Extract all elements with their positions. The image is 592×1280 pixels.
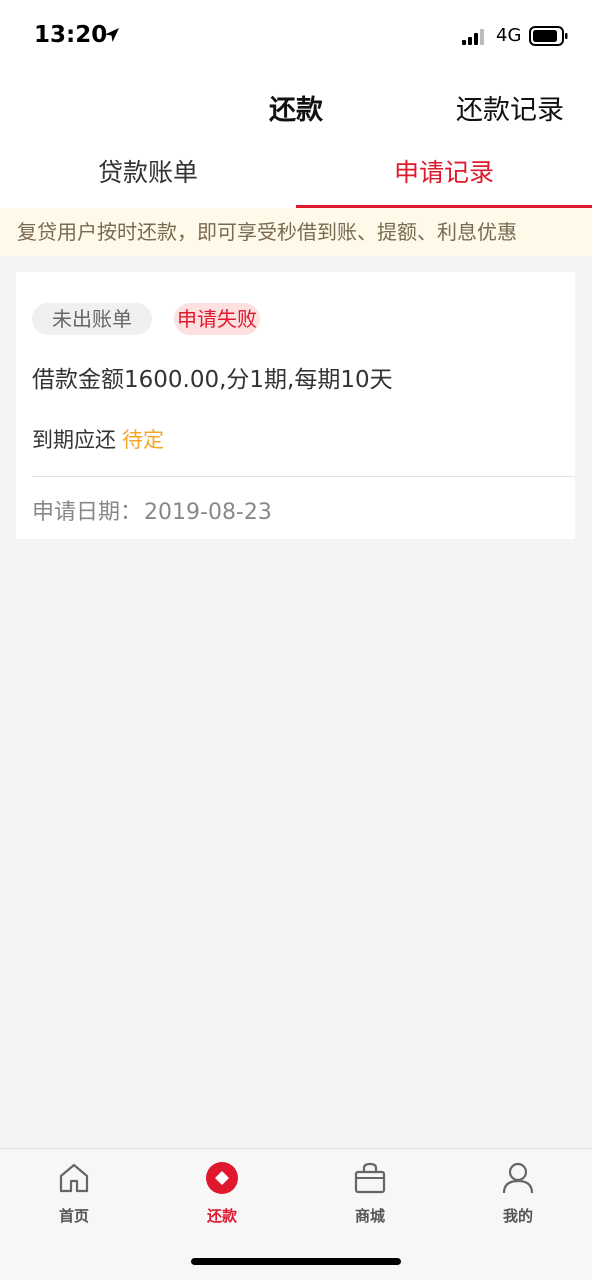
tabbar-item-home[interactable]: 首页	[0, 1161, 148, 1233]
location-arrow-icon	[105, 28, 119, 42]
due-label: 到期应还	[32, 428, 116, 452]
signal-icon	[462, 29, 484, 45]
home-icon	[59, 1163, 89, 1193]
tabbar-label-repay: 还款	[206, 1207, 237, 1225]
apply-date-value: 2019-08-23	[144, 500, 272, 525]
tabbar-item-repay[interactable]: 还款	[148, 1161, 296, 1233]
due-value: 待定	[122, 428, 164, 452]
shop-bag-icon	[354, 1162, 386, 1194]
bill-status-badge: 未出账单	[32, 303, 152, 335]
home-indicator[interactable]	[191, 1258, 401, 1265]
application-record-card[interactable]: 未出账单 申请失败 借款金额1600.00,分1期,每期10天 到期应还 待定 申…	[16, 272, 575, 539]
network-type: 4G	[496, 25, 522, 46]
repayment-records-link[interactable]: 还款记录	[456, 88, 564, 127]
apply-date-label: 申请日期：	[32, 500, 143, 525]
tabbar-item-mine[interactable]: 我的	[444, 1161, 592, 1233]
tab-loan-bills[interactable]: 贷款账单	[0, 142, 296, 208]
due-row: 到期应还 待定	[32, 424, 164, 454]
tabbar-label-mine: 我的	[502, 1207, 533, 1225]
tabbar-item-shop[interactable]: 商城	[296, 1161, 444, 1233]
application-status-badge: 申请失败	[174, 303, 260, 335]
status-time: 13:20	[34, 22, 108, 48]
notice-banner: 复贷用户按时还款，即可享受秒借到账、提额、利息优惠	[0, 208, 592, 256]
apply-date-row: 申请日期：2019-08-23	[32, 494, 272, 526]
loan-summary: 借款金额1600.00,分1期,每期10天	[32, 367, 393, 393]
nav-bar: 还款 还款记录	[0, 72, 592, 142]
segment-tabs: 贷款账单 申请记录	[0, 142, 592, 208]
battery-icon	[529, 26, 568, 46]
tabbar-label-home: 首页	[58, 1207, 89, 1225]
user-icon	[502, 1162, 534, 1194]
divider	[32, 476, 575, 477]
tab-application-records[interactable]: 申请记录	[296, 142, 592, 208]
repay-icon	[206, 1162, 238, 1194]
tabbar-label-shop: 商城	[354, 1207, 385, 1225]
status-bar: 13:20 4G	[0, 0, 592, 72]
